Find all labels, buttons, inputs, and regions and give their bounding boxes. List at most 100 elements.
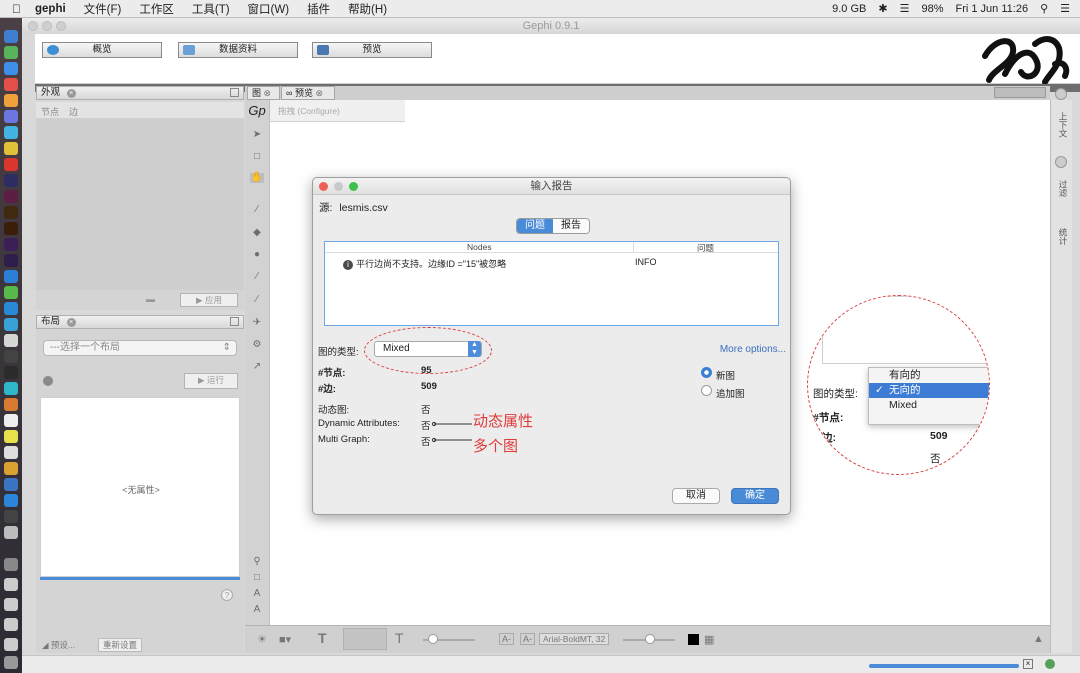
app-icon[interactable] <box>4 318 18 331</box>
indesign-icon[interactable] <box>4 190 18 203</box>
close-dialog-button[interactable] <box>319 182 328 191</box>
document-icon[interactable] <box>4 618 18 631</box>
lock-icon[interactable]: ▲ <box>1033 633 1044 645</box>
tab-issues[interactable]: 问题 <box>517 219 553 233</box>
menu-help[interactable]: 帮助(H) <box>348 1 387 17</box>
trash-icon[interactable] <box>4 656 18 669</box>
wechat-icon[interactable] <box>4 286 18 299</box>
context-toggle-icon[interactable] <box>1055 88 1067 100</box>
brush-icon[interactable]: ∕ <box>251 205 263 215</box>
app-icon[interactable] <box>4 78 18 91</box>
tab-report[interactable]: 报告 <box>553 219 589 233</box>
memory-indicator[interactable]: 9.0 GB <box>832 3 866 15</box>
close-icon[interactable]: × <box>66 89 76 98</box>
lightbulb-icon[interactable]: ☀ <box>257 633 267 646</box>
help-icon[interactable]: ? <box>221 589 233 601</box>
app-icon[interactable] <box>4 126 18 139</box>
illustrator-icon[interactable] <box>4 206 18 219</box>
diamond-icon[interactable]: ◆ <box>251 228 263 238</box>
menu-app-name[interactable]: gephi <box>35 3 66 15</box>
minimize-window-button[interactable] <box>42 21 52 31</box>
font-decrease-button[interactable]: A- <box>499 633 514 645</box>
window-controls[interactable] <box>994 87 1046 98</box>
rail-context[interactable]: 上下文 <box>1055 112 1069 138</box>
close-icon[interactable]: ⊗ <box>264 88 272 98</box>
path-icon[interactable]: ↗ <box>251 362 263 372</box>
app-icon[interactable] <box>4 414 18 427</box>
status-icon[interactable] <box>1045 659 1055 669</box>
option-directed[interactable]: 有向的 <box>869 368 989 383</box>
wifi-icon[interactable]: ☰ <box>900 2 910 15</box>
menu-tools[interactable]: 工具(T) <box>192 1 230 17</box>
finder-icon[interactable] <box>4 30 18 43</box>
app-icon[interactable] <box>4 494 18 507</box>
document-icon[interactable] <box>4 598 18 611</box>
document-icon[interactable] <box>4 578 18 591</box>
battery-level[interactable]: 98% <box>921 3 943 15</box>
edge-toggle-button[interactable] <box>343 628 387 650</box>
option-undirected[interactable]: ✓ 无向的 <box>869 383 989 398</box>
tab-nodes[interactable]: 节点 <box>41 105 59 118</box>
radio-new-graph[interactable] <box>701 367 712 378</box>
cancel-button[interactable]: 取消 <box>672 488 720 504</box>
zoom-icon[interactable]: ⚲ <box>251 557 263 567</box>
color-swatch[interactable] <box>688 634 699 645</box>
layout-select[interactable]: ---选择一个布局 ⇕ <box>43 340 237 356</box>
app-icon[interactable] <box>4 270 18 283</box>
pencil-icon[interactable]: ∕ <box>251 272 263 282</box>
gear-icon[interactable]: ⚙ <box>251 340 263 350</box>
hand-icon[interactable]: ✋ <box>250 173 264 183</box>
maximize-icon[interactable] <box>230 88 239 97</box>
edge-pencil-icon[interactable]: ∕ <box>251 295 263 305</box>
font-selector[interactable]: Arial-BoldMT, 32 <box>539 633 610 645</box>
close-icon[interactable]: × <box>66 318 76 327</box>
app-icon[interactable] <box>4 526 18 539</box>
reset-button[interactable]: 重新设置 <box>98 638 143 652</box>
apply-button[interactable]: ▶ 应用 <box>180 293 238 307</box>
close-window-button[interactable] <box>28 21 38 31</box>
label-icon[interactable]: A <box>251 605 263 615</box>
app-icon[interactable] <box>4 110 18 123</box>
menu-workspace[interactable]: 工作区 <box>139 1 174 17</box>
app-icon[interactable] <box>4 446 18 459</box>
bluetooth-icon[interactable]: ✱ <box>878 2 887 15</box>
safari-icon[interactable] <box>4 62 18 75</box>
app-icon[interactable] <box>4 430 18 443</box>
ok-button[interactable]: 确定 <box>731 488 779 504</box>
app-icon[interactable] <box>4 94 18 107</box>
cancel-task-icon[interactable]: × <box>1023 659 1033 669</box>
document-icon[interactable] <box>4 558 18 571</box>
filter-toggle-icon[interactable] <box>1055 156 1067 168</box>
node-color-icon[interactable]: ■▾ <box>279 633 291 646</box>
list-icon[interactable]: ☰ <box>1060 2 1070 15</box>
presets-button[interactable]: ◢ 预设... <box>42 639 75 651</box>
format-icon[interactable]: ▦ <box>704 633 714 646</box>
menu-plugins[interactable]: 插件 <box>307 1 330 17</box>
font-size-slider-thumb[interactable] <box>645 634 655 644</box>
menu-file[interactable]: 文件(F) <box>84 1 122 17</box>
data-lab-button[interactable]: 数据资料 <box>178 42 298 58</box>
pointer-icon[interactable]: ➤ <box>251 130 263 140</box>
gephi-dock-icon[interactable] <box>4 366 18 379</box>
label-text-icon[interactable]: T <box>395 630 404 646</box>
font-increase-button[interactable]: A- <box>520 633 535 645</box>
search-icon[interactable]: ⚲ <box>1040 2 1048 15</box>
tab-edges[interactable]: 边 <box>69 105 78 118</box>
after-effects-icon[interactable] <box>4 254 18 267</box>
zoom-dialog-button[interactable] <box>349 182 358 191</box>
radio-append-graph[interactable] <box>701 385 712 396</box>
rail-filter[interactable]: 过滤 <box>1055 180 1069 197</box>
app-icon[interactable] <box>4 478 18 491</box>
more-options-link[interactable]: More options... <box>720 344 786 355</box>
apple-icon[interactable]:  <box>12 2 21 16</box>
app-icon[interactable] <box>4 398 18 411</box>
more-icon[interactable]: ▬ <box>146 294 155 304</box>
app-icon[interactable] <box>4 382 18 395</box>
app-icon[interactable] <box>4 334 18 347</box>
clock[interactable]: Fri 1 Jun 11:26 <box>956 3 1029 15</box>
document-icon[interactable] <box>4 638 18 651</box>
cluster-icon[interactable]: ● <box>251 250 263 260</box>
menu-window[interactable]: 窗口(W) <box>248 1 290 17</box>
overview-button[interactable]: 概览 <box>42 42 162 58</box>
zoom-window-button[interactable] <box>56 21 66 31</box>
